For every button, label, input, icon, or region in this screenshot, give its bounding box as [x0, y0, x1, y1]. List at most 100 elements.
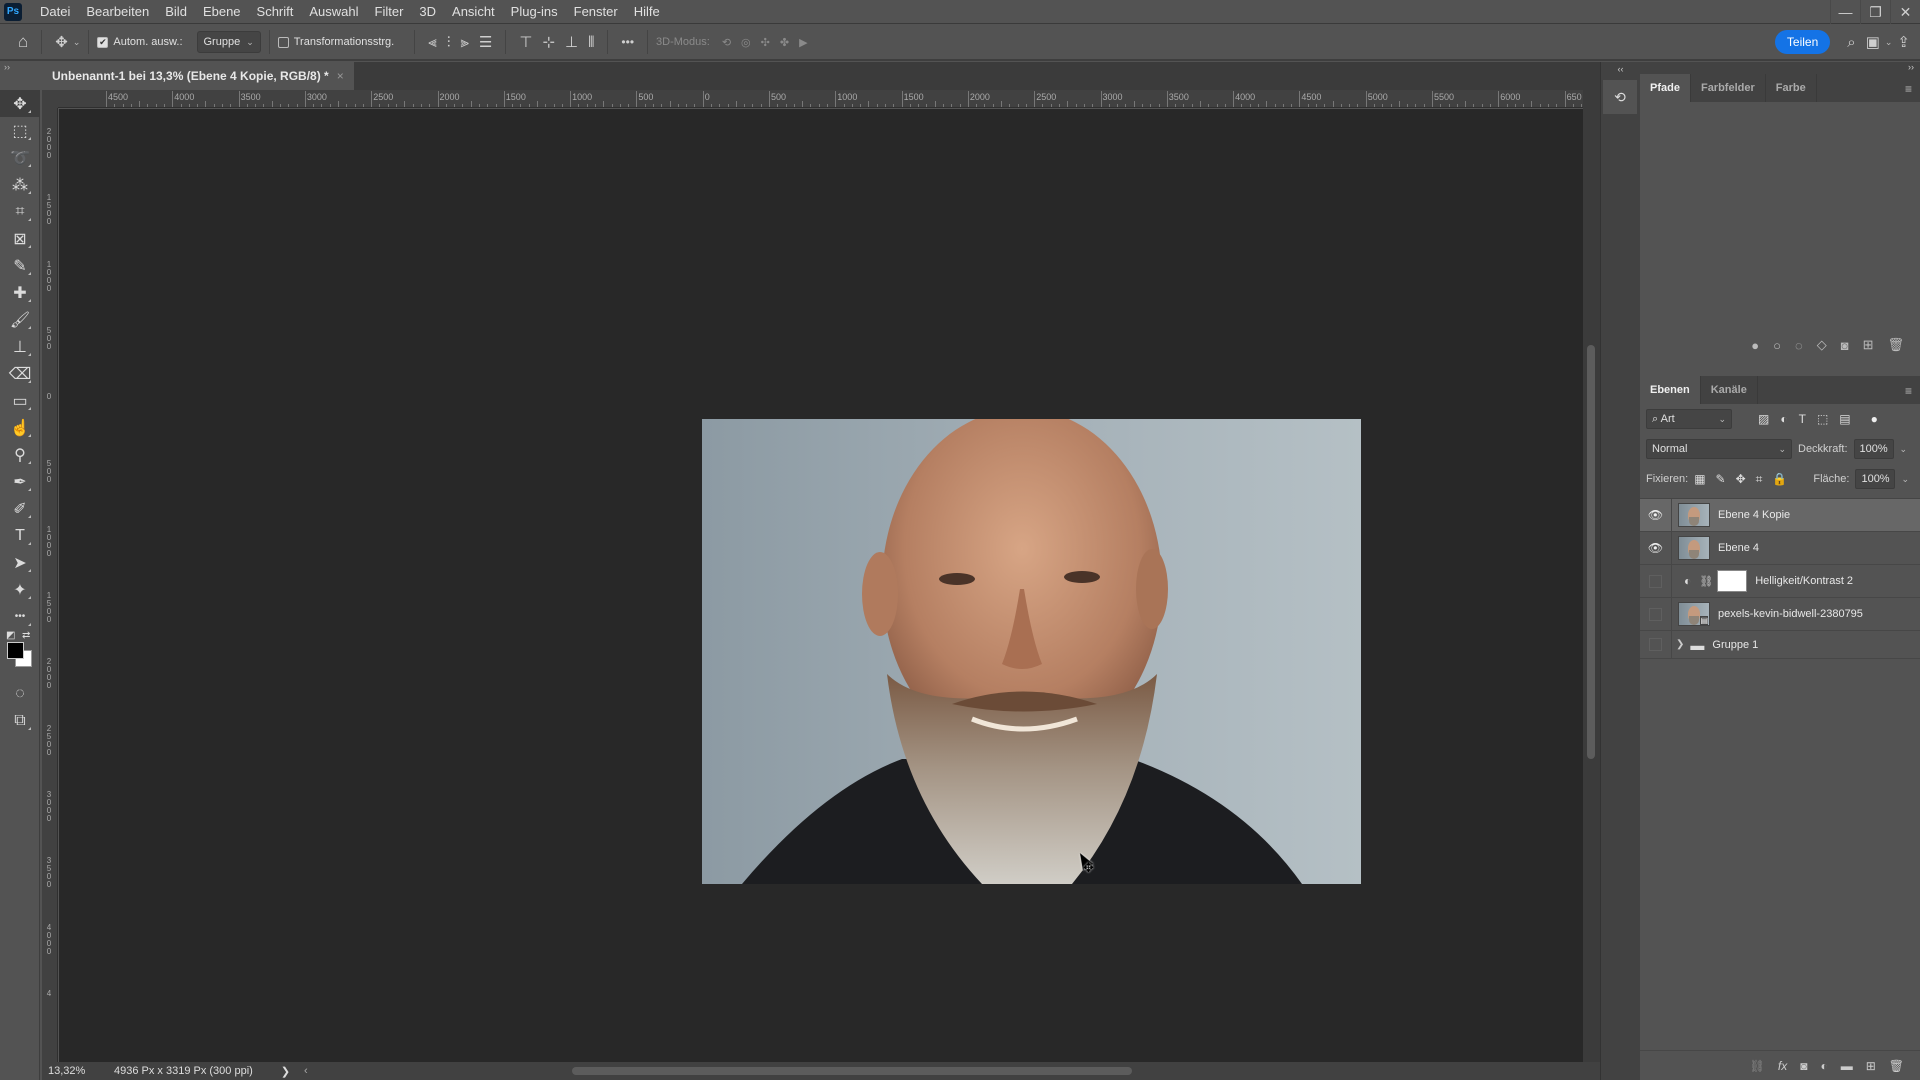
share-button[interactable]: Teilen	[1774, 30, 1831, 54]
brush-tool-icon[interactable]: 🖌	[0, 306, 40, 333]
zoom-level[interactable]: 13,32%	[48, 1065, 100, 1077]
delete-path-icon[interactable]: 🗑	[1887, 337, 1904, 353]
freeform-pen-tool-icon[interactable]: ✐	[0, 495, 40, 522]
layer-effects-icon[interactable]: fx	[1778, 1059, 1787, 1073]
menu-3d[interactable]: 3D	[411, 4, 444, 19]
magic-wand-tool-icon[interactable]: ⁂	[0, 171, 40, 198]
status-menu-arrow-icon[interactable]: ❯	[281, 1065, 290, 1078]
menu-bearbeiten[interactable]: Bearbeiten	[78, 4, 157, 19]
pen-tool-icon[interactable]: ✒	[0, 468, 40, 495]
menu-bild[interactable]: Bild	[157, 4, 195, 19]
opacity-dropdown-icon[interactable]: ⌄	[1900, 444, 1908, 455]
lasso-tool-icon[interactable]: ➰	[0, 144, 40, 171]
custom-shape-tool-icon[interactable]: ✦	[0, 576, 40, 603]
quick-mask-icon[interactable]: ◌	[0, 680, 40, 707]
ruler-origin[interactable]	[42, 90, 58, 108]
close-window-button[interactable]: ✕	[1890, 0, 1920, 24]
layer-row[interactable]: ◐ ⛓ Helligkeit/Kontrast 2	[1640, 564, 1920, 598]
3d-roll-icon[interactable]: ◎	[741, 36, 751, 49]
tab-farbfelder[interactable]: Farbfelder	[1691, 74, 1766, 102]
lock-image-icon[interactable]: ✎	[1716, 472, 1726, 487]
visibility-eye-icon[interactable]: 👁	[1640, 531, 1672, 565]
foreground-color-swatch[interactable]	[7, 642, 24, 659]
menu-schrift[interactable]: Schrift	[249, 4, 302, 19]
horizontal-scroll-thumb[interactable]	[572, 1067, 1132, 1075]
checkbox-unchecked-icon[interactable]	[277, 36, 289, 48]
align-horizontal-center-icon[interactable]: ⫶	[447, 34, 451, 51]
layer-name[interactable]: Helligkeit/Kontrast 2	[1755, 575, 1853, 587]
dodge-tool-icon[interactable]: ⚲	[0, 441, 40, 468]
checkbox-checked-icon[interactable]: ✔	[97, 36, 109, 48]
menu-plugins[interactable]: Plug-ins	[503, 4, 566, 19]
marquee-tool-icon[interactable]: ⬚	[0, 117, 40, 144]
panel-menu-icon[interactable]: ≡	[1905, 384, 1912, 398]
auto-select-target-dropdown[interactable]: Gruppe ⌄	[196, 31, 261, 53]
menu-fenster[interactable]: Fenster	[566, 4, 626, 19]
history-panel-icon[interactable]: ⟲	[1603, 80, 1637, 114]
delete-layer-icon[interactable]: 🗑	[1889, 1059, 1904, 1073]
canvas-area[interactable]	[59, 109, 1583, 1062]
menu-ebene[interactable]: Ebene	[195, 4, 249, 19]
swap-colors-icon[interactable]: ⇄	[22, 630, 30, 641]
visibility-toggle-hidden[interactable]	[1640, 630, 1672, 659]
restore-button[interactable]: ❐	[1860, 0, 1890, 24]
tab-ebenen[interactable]: Ebenen	[1640, 376, 1701, 404]
filter-shape-icon[interactable]: ⬚	[1817, 412, 1828, 426]
new-adjustment-layer-icon[interactable]: ◐	[1820, 1059, 1827, 1073]
distribute-horizontal-icon[interactable]: ⫴	[588, 34, 594, 51]
tab-kanaele[interactable]: Kanäle	[1701, 376, 1758, 404]
layer-row[interactable]: 👁 Ebene 4 Kopie	[1640, 498, 1920, 532]
fill-dropdown-icon[interactable]: ⌄	[1901, 474, 1909, 485]
align-bottom-icon[interactable]: ⊥	[565, 33, 578, 51]
filter-adjustment-icon[interactable]: ◐	[1780, 412, 1787, 426]
eyedropper-tool-icon[interactable]: ✎	[0, 252, 40, 279]
type-tool-icon[interactable]: T	[0, 522, 40, 549]
stroke-path-icon[interactable]: ○	[1773, 338, 1781, 353]
blend-mode-dropdown[interactable]: Normal ⌄	[1646, 439, 1792, 459]
align-left-icon[interactable]: ⫷	[428, 34, 436, 51]
layer-name[interactable]: Ebene 4	[1718, 542, 1759, 554]
add-mask-icon[interactable]: ◙	[1841, 338, 1849, 353]
add-mask-icon[interactable]: ◙	[1800, 1059, 1807, 1073]
make-work-path-icon[interactable]: ◇	[1817, 337, 1827, 353]
vertical-scrollbar[interactable]	[1583, 90, 1600, 1062]
layer-row[interactable]: ❯ ▬ Gruppe 1	[1640, 630, 1920, 659]
close-tab-icon[interactable]: ×	[337, 69, 344, 83]
screen-mode-icon[interactable]: ⧉	[0, 707, 40, 734]
load-selection-icon[interactable]: ◌	[1795, 338, 1803, 353]
crop-tool-icon[interactable]: ⌗	[0, 198, 40, 225]
align-top-icon[interactable]: ⊤	[519, 33, 532, 51]
3d-orbit-icon[interactable]: ⟲	[722, 36, 731, 49]
tab-farbe[interactable]: Farbe	[1766, 74, 1817, 102]
collapse-panels-icon[interactable]: ‹‹	[1601, 64, 1640, 74]
expand-group-chevron-icon[interactable]: ❯	[1676, 639, 1684, 650]
move-tool-icon[interactable]: ✥	[0, 90, 40, 117]
gradient-tool-icon[interactable]: ▭	[0, 387, 40, 414]
default-colors-icon[interactable]: ◩	[6, 630, 15, 641]
filter-toggle-icon[interactable]: ●	[1871, 412, 1878, 426]
visibility-toggle-hidden[interactable]	[1640, 597, 1672, 631]
auto-select-checkbox[interactable]: ✔ Autom. ausw.:	[97, 36, 183, 48]
menu-filter[interactable]: Filter	[367, 4, 412, 19]
horizontal-ruler[interactable]: 4500 4000 3500 3000 2500 2000 1500 1000 500 0 500 1…	[58, 90, 1583, 108]
3d-camera-icon[interactable]: ▶	[799, 36, 807, 49]
3d-slide-icon[interactable]: ✤	[780, 36, 789, 49]
vertical-scroll-thumb[interactable]	[1587, 345, 1595, 759]
opacity-input[interactable]: 100%	[1853, 439, 1894, 459]
portrait-photo[interactable]	[702, 419, 1361, 884]
fill-input[interactable]: 100%	[1855, 469, 1896, 489]
new-group-icon[interactable]: ▬	[1841, 1059, 1853, 1073]
move-tool-preset-icon[interactable]: ✥	[55, 33, 68, 51]
fill-path-icon[interactable]: ●	[1751, 338, 1759, 353]
healing-brush-tool-icon[interactable]: ✚	[0, 279, 40, 306]
clone-stamp-tool-icon[interactable]: ⊥	[0, 333, 40, 360]
visibility-toggle-hidden[interactable]	[1640, 564, 1672, 598]
new-path-icon[interactable]: ⊞	[1863, 337, 1874, 353]
chevron-down-icon[interactable]: ⌄	[73, 37, 81, 48]
eraser-tool-icon[interactable]: ⌫	[0, 360, 40, 387]
visibility-eye-icon[interactable]: 👁	[1640, 498, 1672, 532]
menu-ansicht[interactable]: Ansicht	[444, 4, 503, 19]
link-layers-icon[interactable]: ⛓	[1750, 1059, 1765, 1073]
menu-auswahl[interactable]: Auswahl	[301, 4, 366, 19]
home-icon[interactable]: ⌂	[18, 32, 28, 52]
